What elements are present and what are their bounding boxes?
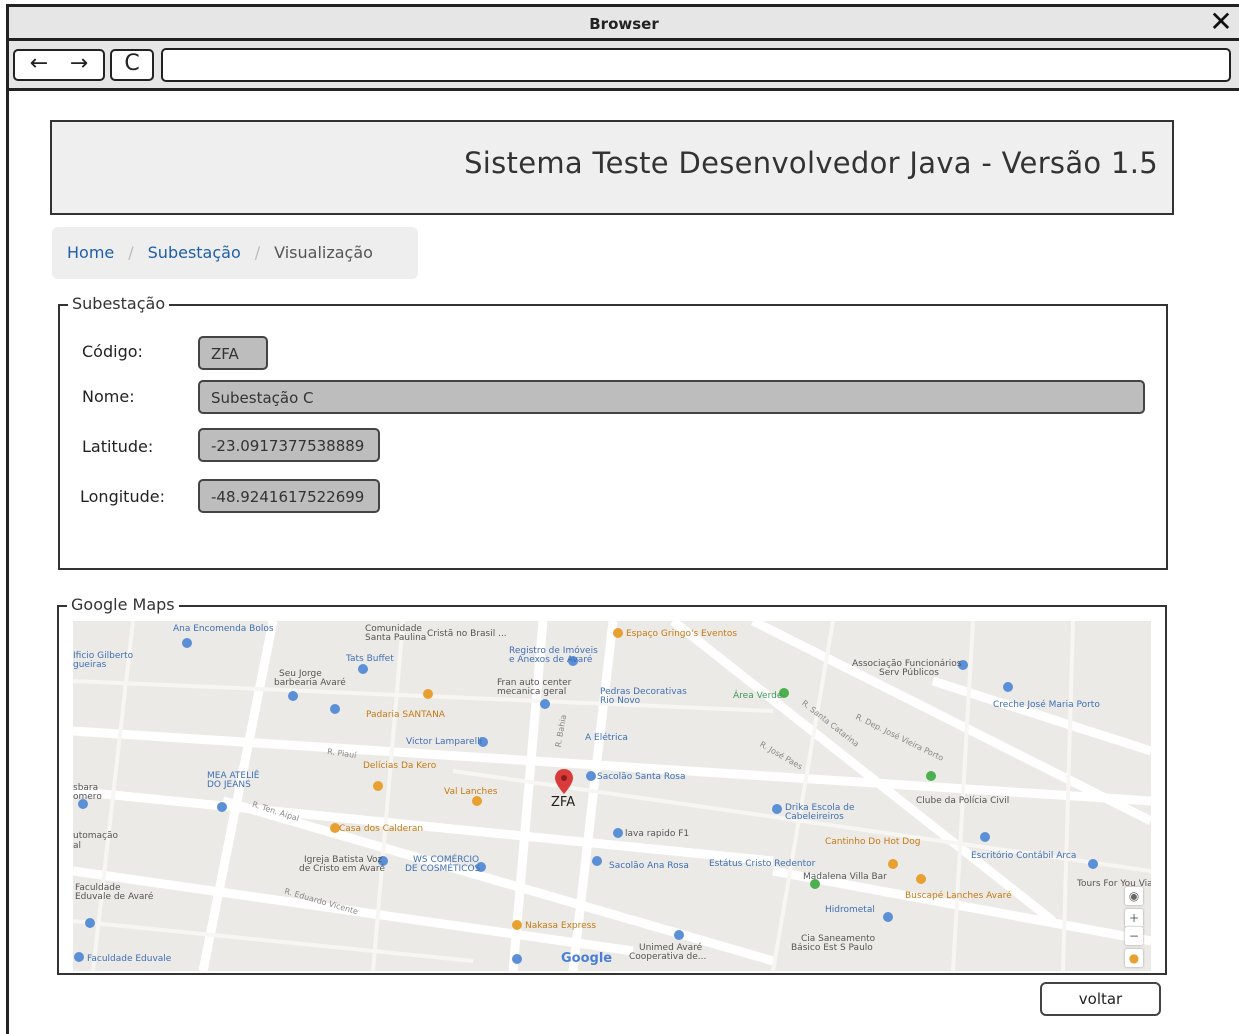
refresh-icon[interactable]: C	[110, 49, 154, 81]
codigo-field[interactable]: ZFA	[198, 336, 268, 370]
nome-field[interactable]: Subestação C	[198, 380, 1145, 414]
pegman-icon[interactable]: ●	[1125, 949, 1143, 967]
location-icon[interactable]: ◉	[1125, 887, 1143, 905]
map-place: DO JEANS	[207, 780, 251, 790]
zoom-in-button[interactable]: +	[1125, 909, 1143, 927]
map-place: Cristã no Brasil ...	[427, 629, 507, 639]
breadcrumb-separator: /	[128, 243, 134, 262]
page-header: Sistema Teste Desenvolvedor Java - Versã…	[50, 120, 1174, 215]
map-place: Escritório Contábil Arca	[971, 851, 1077, 861]
latitude-field[interactable]: -23.0917377538889	[198, 428, 380, 462]
map-place: Val Lanches	[444, 787, 498, 797]
codigo-label: Código:	[82, 342, 143, 361]
map-place: Creche José Maria Porto	[993, 700, 1100, 710]
breadcrumb-home[interactable]: Home	[67, 243, 114, 262]
map-place: Sacolão Santa Rosa	[597, 772, 686, 782]
back-arrow-icon[interactable]: ←	[19, 51, 59, 77]
map-place: e Anexos de Avaré	[509, 655, 593, 665]
window-title: Browser	[589, 15, 659, 33]
breadcrumb-separator: /	[254, 243, 261, 262]
forward-arrow-icon[interactable]: →	[59, 51, 99, 77]
map-place: gueiras	[73, 660, 107, 670]
map-place: Cantinho Do Hot Dog	[825, 837, 921, 847]
map-place: Serv Públicos	[879, 668, 939, 678]
page-title: Sistema Teste Desenvolvedor Java - Versã…	[464, 146, 1158, 180]
browser-toolbar: ← → C	[9, 41, 1239, 91]
map-place: Buscapé Lanches Avaré	[905, 891, 1012, 901]
map-place: Madalena Villa Bar	[803, 872, 887, 882]
map-place: Clube da Polícia Civil	[916, 796, 1010, 806]
map-place: Santa Paulina	[365, 633, 427, 643]
voltar-button[interactable]: voltar	[1040, 982, 1161, 1016]
marker-label: ZFA	[551, 795, 576, 810]
map-place: Victor Lamparelli	[406, 737, 483, 747]
map-place: al	[73, 841, 82, 851]
google-maps-fieldset: Google Maps Ana Encomenda Bolos Comunida…	[57, 595, 1167, 975]
close-icon[interactable]: ✕	[1207, 7, 1235, 37]
subestacao-legend: Subestação	[68, 294, 170, 313]
map-place: Faculdade Eduvale	[87, 954, 172, 964]
map-place: Tats Buffet	[346, 654, 394, 664]
map-place: Delícias Da Kero	[363, 761, 437, 771]
map-place: Área Verde	[733, 691, 783, 701]
map-place: barbearia Avaré	[274, 678, 346, 688]
longitude-label: Longitude:	[80, 487, 165, 506]
map-place: Rio Novo	[600, 696, 641, 706]
map-place: Cooperativa de...	[629, 952, 707, 962]
map-place: Casa dos Calderan	[339, 824, 424, 834]
google-maps-legend: Google Maps	[67, 595, 179, 614]
map-place: utomação	[73, 831, 118, 841]
map-place: de Cristo em Avaré	[299, 864, 385, 874]
back-forward-buttons: ← →	[13, 49, 105, 81]
address-bar[interactable]	[161, 48, 1231, 82]
subestacao-fieldset: Subestação Código: ZFA Nome: Subestação …	[58, 294, 1168, 570]
map-place: Sacolão Ana Rosa	[609, 861, 689, 871]
breadcrumb: Home / Subestação / Visualização	[52, 227, 418, 279]
map-place: Estátus Cristo Redentor	[709, 859, 816, 869]
map-place: Espaço Gringo's Eventos	[626, 629, 738, 639]
map-place: Padaria SANTANA	[366, 710, 445, 720]
map-place: A Elétrica	[585, 733, 628, 743]
nome-label: Nome:	[82, 387, 135, 406]
map-place: Nakasa Express	[525, 921, 597, 931]
latitude-label: Latitude:	[82, 437, 154, 456]
map-place: Eduvale de Avaré	[75, 892, 154, 902]
title-bar: Browser ✕	[9, 7, 1239, 41]
map-place: mecanica geral	[497, 687, 567, 697]
breadcrumb-current: Visualização	[274, 243, 373, 262]
map-place: Cabeleireiros	[785, 812, 844, 822]
google-logo: Google	[561, 951, 613, 966]
map-place: DE COSMÉTICOS	[405, 864, 481, 874]
map-view[interactable]: Ana Encomenda Bolos Comunidade Santa Pau…	[73, 621, 1151, 971]
longitude-field[interactable]: -48.9241617522699	[198, 479, 380, 513]
zoom-out-button[interactable]: −	[1125, 927, 1143, 945]
map-place: Ana Encomenda Bolos	[173, 624, 274, 634]
breadcrumb-subestacao[interactable]: Subestação	[148, 243, 241, 262]
map-place: lava rapido F1	[625, 829, 690, 839]
map-place: Hidrometal	[825, 905, 875, 915]
map-place: omero	[73, 792, 102, 802]
map-place: Básico Est S Paulo	[791, 943, 873, 953]
